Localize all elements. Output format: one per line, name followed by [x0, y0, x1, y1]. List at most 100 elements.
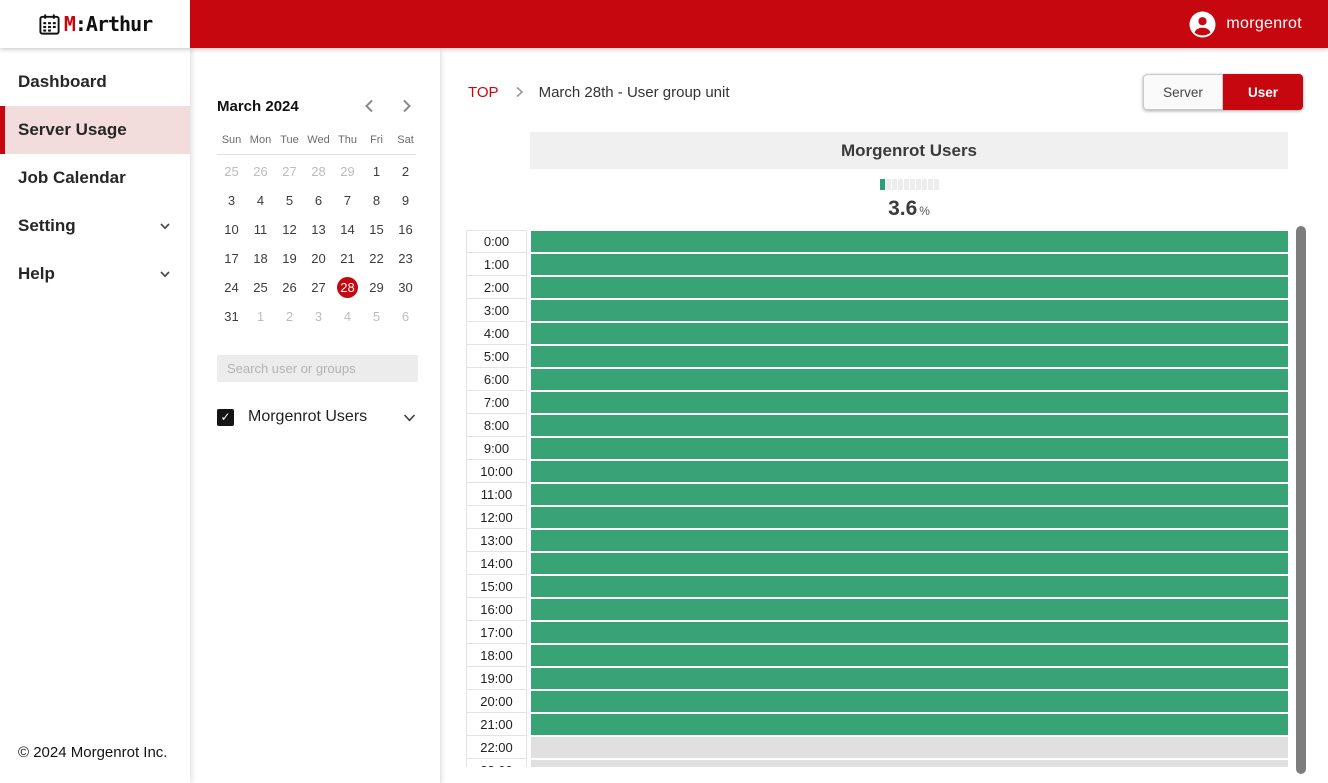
toggle-user-button[interactable]: User	[1223, 74, 1303, 110]
calendar-day[interactable]: 13	[304, 215, 333, 244]
usage-bar[interactable]	[531, 415, 1288, 436]
calendar-next-button[interactable]	[396, 96, 416, 116]
calendar-day[interactable]: 4	[333, 302, 362, 331]
calendar-day[interactable]: 23	[391, 244, 420, 273]
calendar-day[interactable]: 5	[362, 302, 391, 331]
breadcrumb: TOP March 28th - User group unit	[468, 84, 730, 101]
time-label: 1:00	[466, 253, 527, 276]
sidebar-item-job-calendar[interactable]: Job Calendar	[0, 154, 190, 202]
sidebar-item-setting[interactable]: Setting	[0, 202, 190, 250]
weekday-label: Fri	[362, 134, 391, 146]
time-label: 17:00	[466, 621, 527, 644]
calendar-day[interactable]: 8	[362, 186, 391, 215]
calendar-day[interactable]: 28	[337, 277, 358, 298]
toggle-server-button[interactable]: Server	[1143, 74, 1223, 110]
calendar-day[interactable]: 29	[362, 273, 391, 302]
calendar-day[interactable]: 17	[217, 244, 246, 273]
weekday-label: Sat	[391, 134, 420, 146]
sidebar-item-label: Job Calendar	[18, 168, 126, 188]
calendar-day[interactable]: 12	[275, 215, 304, 244]
usage-bar[interactable]	[531, 691, 1288, 712]
group-title-bar: Morgenrot Users	[530, 132, 1288, 169]
chart-row: 1:00	[466, 253, 1288, 276]
usage-bar[interactable]	[531, 599, 1288, 620]
calendar-day[interactable]: 21	[333, 244, 362, 273]
weekday-label: Thu	[333, 134, 362, 146]
usage-bar[interactable]	[531, 737, 1288, 758]
calendar-day[interactable]: 2	[391, 157, 420, 186]
sidebar-item-server-usage[interactable]: Server Usage	[0, 106, 190, 154]
calendar-day[interactable]: 20	[304, 244, 333, 273]
user-menu[interactable]: morgenrot	[1189, 11, 1302, 38]
calendar-day[interactable]: 5	[275, 186, 304, 215]
calendar-day[interactable]: 22	[362, 244, 391, 273]
usage-bar[interactable]	[531, 461, 1288, 482]
calendar-day[interactable]: 28	[304, 157, 333, 186]
calendar-day[interactable]: 16	[391, 215, 420, 244]
calendar-day[interactable]: 15	[362, 215, 391, 244]
app-header: M:Arthur morgenrot	[0, 0, 1328, 48]
calendar-day[interactable]: 19	[275, 244, 304, 273]
calendar-day[interactable]: 4	[246, 186, 275, 215]
time-label: 13:00	[466, 529, 527, 552]
calendar-prev-button[interactable]	[360, 96, 380, 116]
calendar-day[interactable]: 11	[246, 215, 275, 244]
calendar-day[interactable]: 2	[275, 302, 304, 331]
usage-bar[interactable]	[531, 323, 1288, 344]
usage-bar[interactable]	[531, 714, 1288, 735]
usage-bar[interactable]	[531, 553, 1288, 574]
scrollbar-thumb[interactable]	[1296, 226, 1306, 774]
calendar-day[interactable]: 10	[217, 215, 246, 244]
calendar-day[interactable]: 3	[217, 186, 246, 215]
usage-bar[interactable]	[531, 346, 1288, 367]
usage-bar[interactable]	[531, 369, 1288, 390]
chart-row: 11:00	[466, 483, 1288, 506]
usage-bar[interactable]	[531, 576, 1288, 597]
calendar-day[interactable]: 25	[246, 273, 275, 302]
calendar-day[interactable]: 18	[246, 244, 275, 273]
group-checkbox[interactable]: ✓	[217, 409, 234, 426]
usage-bar[interactable]	[531, 645, 1288, 666]
sidebar-item-help[interactable]: Help	[0, 250, 190, 298]
sidebar-item-dashboard[interactable]: Dashboard	[0, 58, 190, 106]
usage-bar[interactable]	[531, 668, 1288, 689]
chevron-down-icon	[158, 267, 172, 281]
calendar-day[interactable]: 25	[217, 157, 246, 186]
usage-bar[interactable]	[531, 254, 1288, 275]
calendar-day[interactable]: 6	[304, 186, 333, 215]
usage-bar[interactable]	[531, 392, 1288, 413]
progress-segment	[904, 179, 909, 190]
calendar-day[interactable]: 24	[217, 273, 246, 302]
search-input[interactable]	[217, 355, 418, 382]
calendar-day[interactable]: 30	[391, 273, 420, 302]
calendar-day[interactable]: 26	[275, 273, 304, 302]
calendar-day[interactable]: 7	[333, 186, 362, 215]
usage-bar[interactable]	[531, 507, 1288, 528]
usage-bar[interactable]	[531, 530, 1288, 551]
calendar-day[interactable]: 14	[333, 215, 362, 244]
calendar-day[interactable]: 26	[246, 157, 275, 186]
usage-summary: 3.6%	[530, 177, 1288, 221]
usage-bar[interactable]	[531, 300, 1288, 321]
calendar-day[interactable]: 29	[333, 157, 362, 186]
calendar-day[interactable]: 31	[217, 302, 246, 331]
calendar-day[interactable]: 9	[391, 186, 420, 215]
chevron-down-icon[interactable]	[401, 409, 418, 426]
calendar-day[interactable]: 27	[304, 273, 333, 302]
breadcrumb-top-link[interactable]: TOP	[468, 84, 499, 101]
app-logo[interactable]: M:Arthur	[0, 0, 190, 48]
calendar-day[interactable]: 3	[304, 302, 333, 331]
time-label: 4:00	[466, 322, 527, 345]
usage-bar[interactable]	[531, 622, 1288, 643]
usage-bar[interactable]	[531, 484, 1288, 505]
usage-bar[interactable]	[531, 277, 1288, 298]
time-label: 22:00	[466, 736, 527, 759]
calendar-day[interactable]: 1	[246, 302, 275, 331]
usage-bar[interactable]	[531, 438, 1288, 459]
calendar-day[interactable]: 1	[362, 157, 391, 186]
calendar-day[interactable]: 6	[391, 302, 420, 331]
usage-bar[interactable]	[531, 231, 1288, 252]
time-label: 6:00	[466, 368, 527, 391]
calendar-day[interactable]: 27	[275, 157, 304, 186]
usage-bar[interactable]	[531, 760, 1288, 767]
